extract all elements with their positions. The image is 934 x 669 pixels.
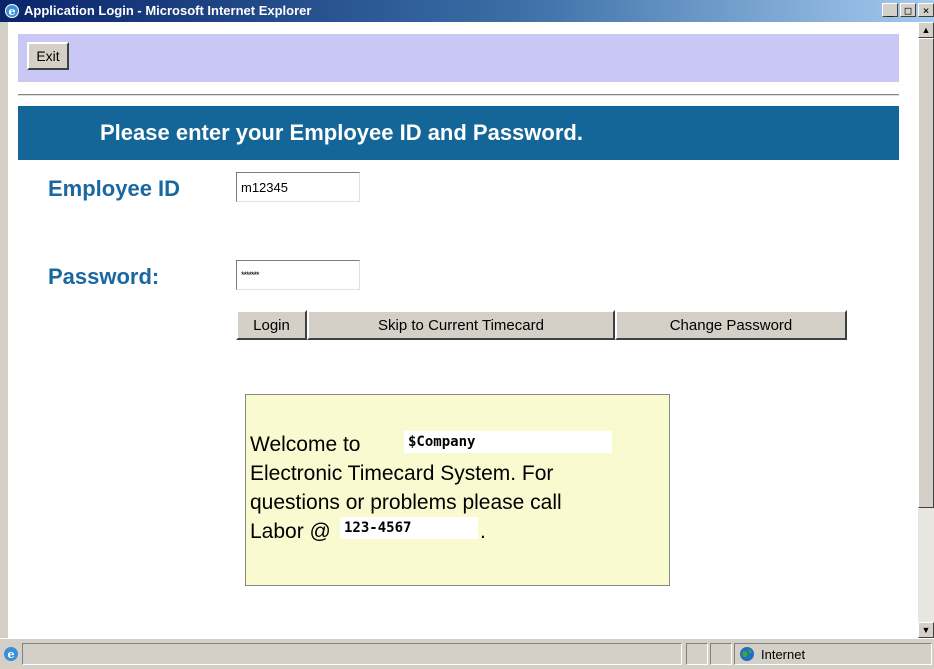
internet-explorer-icon: e (5, 4, 19, 18)
employee-id-label: Employee ID (48, 176, 181, 201)
exit-button[interactable]: Exit (27, 42, 69, 70)
status-bar: e Internet (0, 638, 934, 669)
divider-highlight (18, 95, 899, 96)
welcome-period: . (480, 520, 486, 543)
password-label: Password: (48, 264, 160, 289)
status-pane-zone: Internet (734, 643, 932, 665)
page-icon: e (4, 647, 18, 661)
password-input[interactable] (236, 260, 360, 290)
welcome-message-box: Welcome to $Company Electronic Timecard … (245, 394, 670, 586)
skip-to-timecard-button[interactable]: Skip to Current Timecard (307, 310, 615, 340)
status-pane-lock (710, 643, 732, 665)
action-buttons: Login Skip to Current Timecard Change Pa… (236, 310, 847, 340)
login-button[interactable]: Login (236, 310, 307, 340)
svg-text:e: e (8, 648, 15, 661)
company-name-field: $Company (404, 431, 612, 453)
exit-toolbar: Exit (18, 34, 899, 82)
change-password-button[interactable]: Change Password (615, 310, 847, 340)
close-button[interactable]: × (918, 3, 934, 17)
window-title: Application Login - Microsoft Internet E… (24, 3, 312, 18)
status-pane-main (22, 643, 682, 665)
security-zone-label: Internet (761, 647, 806, 662)
welcome-line-3: questions or problems please call (250, 491, 562, 514)
status-pane-progress (686, 643, 708, 665)
globe-icon (740, 647, 754, 661)
scroll-up-arrow-icon[interactable]: ▲ (918, 22, 934, 38)
vertical-scrollbar[interactable]: ▲ ▼ (918, 22, 934, 638)
welcome-line-4: Labor @ (250, 520, 331, 543)
maximize-button[interactable]: □ (900, 3, 916, 17)
welcome-line-1: Welcome to (250, 433, 361, 456)
welcome-line-2: Electronic Timecard System. For (250, 462, 554, 485)
page-banner: Please enter your Employee ID and Passwo… (18, 106, 899, 160)
svg-text:e: e (9, 5, 16, 18)
window-title-bar: e Application Login - Microsoft Internet… (0, 0, 934, 22)
scroll-down-arrow-icon[interactable]: ▼ (918, 622, 934, 638)
scrollbar-thumb[interactable] (918, 38, 934, 508)
window-controls: _ □ × (882, 3, 934, 17)
minimize-button[interactable]: _ (882, 3, 898, 17)
phone-number-field: 123-4567 (340, 517, 478, 539)
employee-id-input[interactable] (236, 172, 360, 202)
